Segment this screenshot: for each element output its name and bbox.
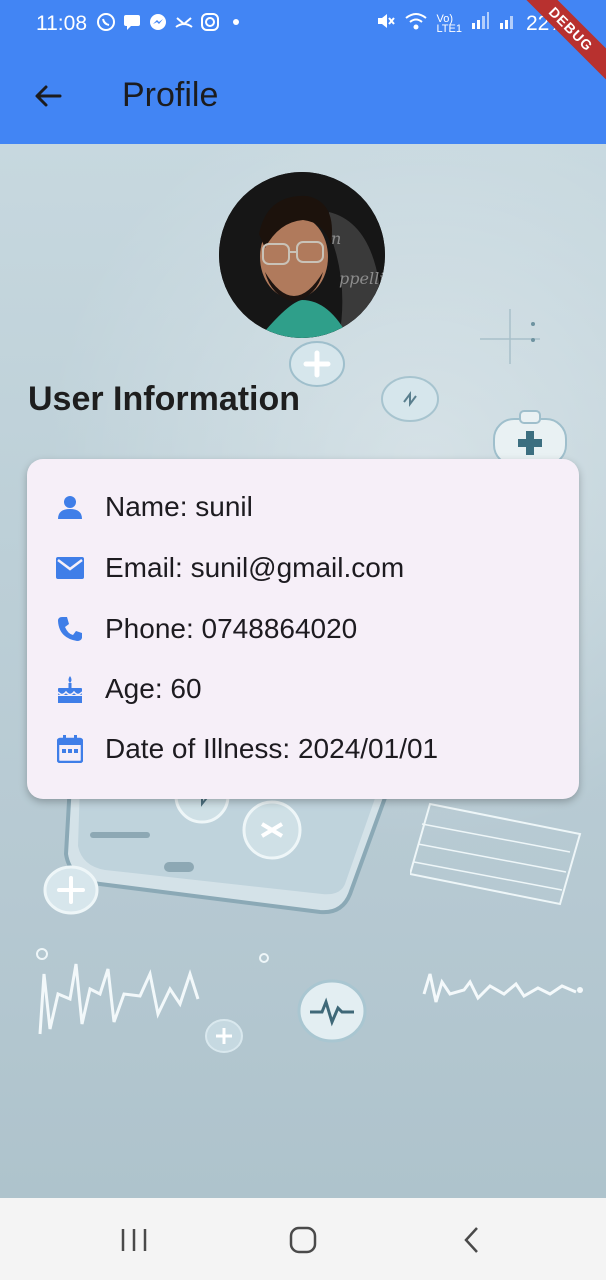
age-value: Age: 60 bbox=[105, 673, 202, 704]
info-row-phone: Phone: 0748864020 bbox=[55, 609, 357, 649]
missed-call-icon bbox=[174, 12, 194, 32]
calendar-icon bbox=[55, 734, 85, 764]
message-icon bbox=[122, 12, 142, 32]
info-row-email: Email: sunil@gmail.com bbox=[55, 548, 404, 588]
phone-illustration bbox=[63, 784, 393, 915]
name-value: Name: sunil bbox=[105, 491, 253, 522]
info-row-date: Date of Illness: 2024/01/01 bbox=[55, 729, 438, 769]
app-bar: Profile bbox=[0, 50, 606, 144]
dot-icon bbox=[226, 12, 246, 32]
mute-icon bbox=[374, 10, 396, 38]
phone-icon bbox=[55, 614, 85, 644]
home-button[interactable] bbox=[281, 1218, 325, 1262]
plus-decoration-icon bbox=[480, 309, 540, 364]
profile-avatar: n ppelli bbox=[219, 172, 385, 338]
heartbeat-line-2-icon bbox=[422, 973, 583, 1003]
svg-text:ppelli: ppelli bbox=[339, 269, 384, 288]
back-nav-button[interactable] bbox=[450, 1218, 494, 1262]
small-plus-icon bbox=[205, 1019, 243, 1053]
volte-icon: Vo) LTE1 bbox=[436, 13, 462, 35]
chevron-left-icon bbox=[464, 1227, 478, 1253]
pulse-badge-icon bbox=[381, 376, 439, 422]
user-info-card: Name: sunil Email: sunil@gmail.com Phone… bbox=[27, 459, 579, 799]
status-time: 11:08 bbox=[36, 12, 87, 35]
email-value: Email: sunil@gmail.com bbox=[105, 552, 405, 583]
info-row-name: Name: sunil bbox=[55, 487, 253, 527]
section-title: User Information bbox=[28, 380, 301, 418]
plus-circle-icon bbox=[43, 865, 99, 915]
notification-icons bbox=[96, 12, 246, 32]
messenger-icon bbox=[148, 12, 168, 32]
page-title: Profile bbox=[122, 76, 219, 114]
system-icons: Vo) LTE1 22% bbox=[374, 10, 568, 38]
phone-value: Phone: 0748864020 bbox=[105, 613, 358, 644]
top-bar: 11:08 Vo) LTE1 22% DEBUG Profile bbox=[0, 0, 606, 144]
dot-decoration-icon bbox=[259, 953, 269, 963]
home-icon bbox=[289, 1226, 317, 1254]
back-button[interactable] bbox=[24, 72, 72, 120]
arrow-left-icon bbox=[35, 85, 62, 107]
system-nav-bar bbox=[0, 1198, 606, 1280]
mail-icon bbox=[55, 553, 85, 583]
recent-apps-button[interactable] bbox=[112, 1218, 156, 1262]
chart-sketch-icon bbox=[410, 802, 582, 906]
recent-apps-icon bbox=[121, 1229, 147, 1251]
status-bar: 11:08 Vo) LTE1 22% bbox=[0, 0, 606, 50]
svg-text:n: n bbox=[331, 229, 341, 248]
wifi-icon bbox=[404, 10, 428, 38]
person-icon bbox=[55, 492, 85, 522]
date-of-illness-value: Date of Illness: 2024/01/01 bbox=[105, 733, 439, 764]
signal-2-icon bbox=[498, 11, 518, 37]
heartbeat-line-icon bbox=[36, 948, 200, 1035]
signal-icon bbox=[470, 11, 490, 37]
heartbeat-badge-icon bbox=[297, 979, 367, 1043]
avatar-photo: n ppelli bbox=[219, 172, 385, 338]
cake-icon bbox=[55, 674, 85, 704]
info-row-age: Age: 60 bbox=[55, 669, 202, 709]
instagram-icon bbox=[200, 12, 220, 32]
whatsapp-icon bbox=[96, 12, 116, 32]
